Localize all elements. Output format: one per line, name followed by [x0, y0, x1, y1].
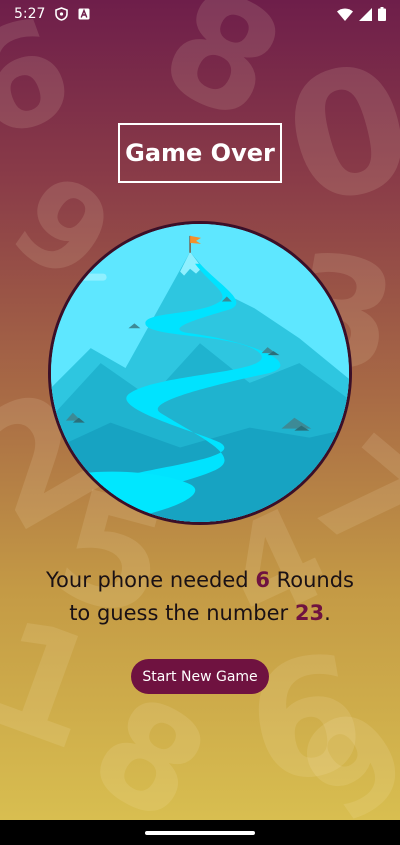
- wifi-icon: [337, 8, 353, 21]
- text-a-icon: [78, 8, 90, 20]
- result-text-period: .: [324, 601, 331, 625]
- navigation-bar: [0, 820, 400, 845]
- signal-icon: [359, 7, 372, 21]
- game-over-screen: 6 8 0 9 3 2 7 5 4 1 6 8 9 5:27: [0, 0, 400, 820]
- mountain-illustration: [48, 221, 352, 525]
- rounds-count: 6: [255, 568, 270, 592]
- home-gesture-handle[interactable]: [145, 831, 255, 835]
- result-line-2: to guess the number 23.: [0, 597, 400, 630]
- status-time: 5:27: [14, 6, 46, 22]
- result-line-1: Your phone needed 6 Rounds: [0, 564, 400, 597]
- battery-icon: [378, 7, 386, 21]
- page-title: Game Over: [118, 123, 282, 183]
- status-bar: 5:27: [0, 0, 400, 28]
- result-text-rounds: Rounds: [269, 568, 354, 592]
- result-text-prefix: Your phone needed: [46, 568, 256, 592]
- shield-icon: [55, 7, 69, 21]
- result-text-guess: to guess the number: [69, 601, 295, 625]
- start-new-game-button[interactable]: Start New Game: [131, 659, 269, 694]
- result-message: Your phone needed 6 Rounds to guess the …: [0, 564, 400, 630]
- target-number: 23: [294, 601, 325, 625]
- mountain-image: [51, 224, 349, 522]
